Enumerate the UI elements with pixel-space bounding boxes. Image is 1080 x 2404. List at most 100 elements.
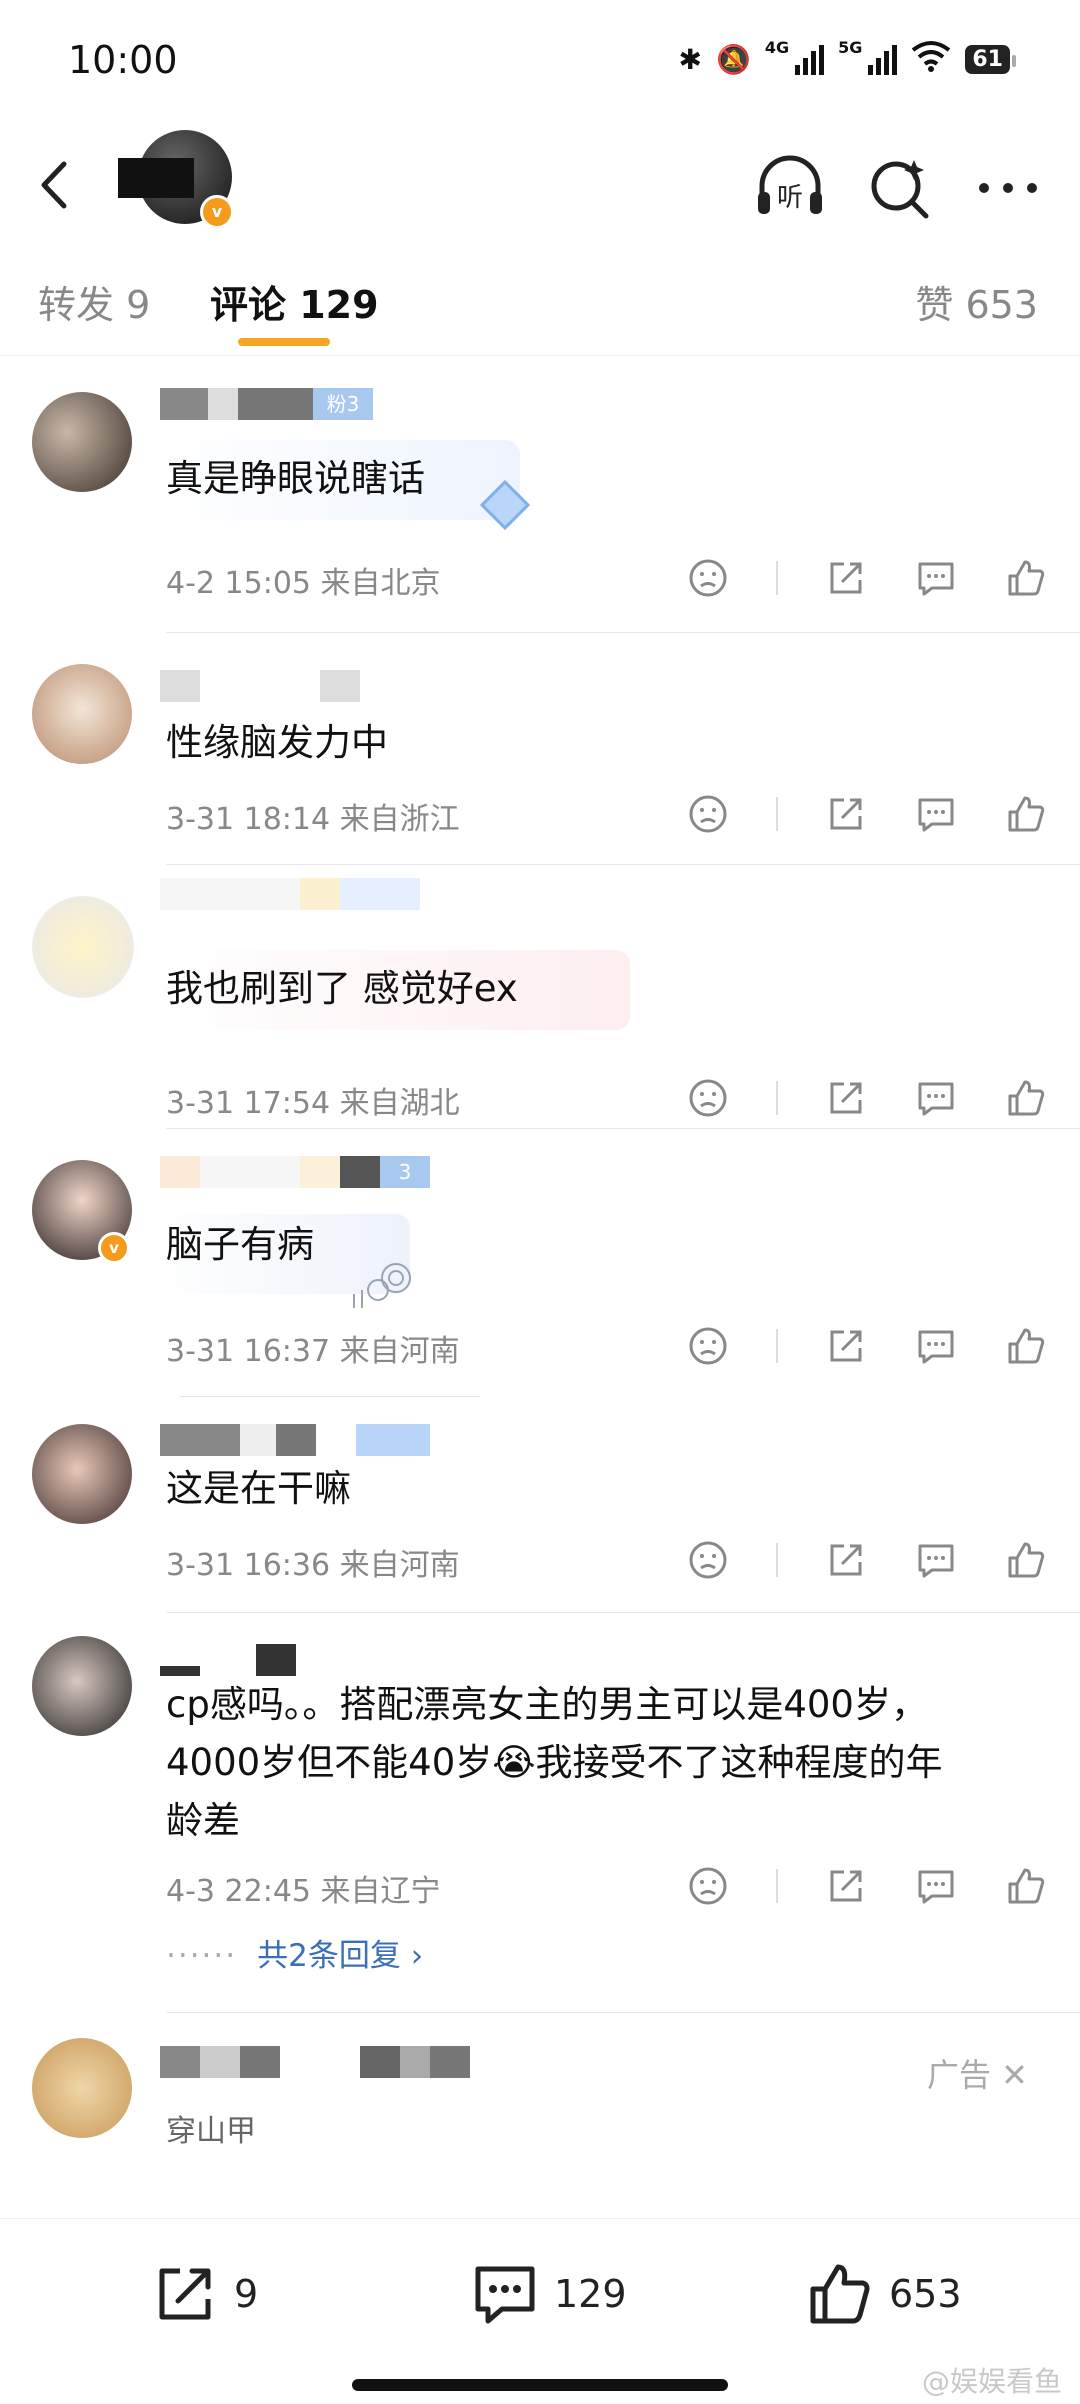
comment-meta: 4-2 15:05 来自北京	[166, 566, 441, 601]
comment-separator	[166, 1128, 1080, 1129]
like-thumb-icon[interactable]	[1004, 1324, 1048, 1368]
divider	[776, 1543, 778, 1577]
divider	[776, 797, 778, 831]
comment-meta: 3-31 16:36 来自河南	[166, 1548, 460, 1583]
comment-text: 性缘脑发力中	[166, 721, 388, 764]
verified-badge-icon: v	[200, 195, 234, 229]
listen-headphone-icon[interactable]: 听	[752, 150, 828, 226]
comment-separator	[166, 1612, 1080, 1613]
reply-bubble-icon[interactable]	[914, 1324, 958, 1368]
network-5g-label: 5G	[838, 38, 863, 57]
tab-comments[interactable]: 评论 129	[210, 274, 379, 329]
like-thumb-icon	[810, 2264, 870, 2324]
comment-actions	[640, 1324, 1048, 1368]
like-thumb-icon[interactable]	[1004, 792, 1048, 836]
comment-text: cp感吗。。搭配漂亮女主的男主可以是400岁， 4000岁但不能40岁😭我接受不…	[166, 1676, 1046, 1850]
mute-bell-icon: 🔕	[715, 43, 751, 76]
commenter-avatar[interactable]	[32, 1636, 132, 1736]
comment-icon	[475, 2266, 535, 2324]
fan-badge: 粉3	[313, 388, 373, 420]
share-icon[interactable]	[824, 1324, 868, 1368]
like-count: 653	[889, 2272, 962, 2316]
comment-text: 我也刷到了 感觉好ex	[166, 967, 518, 1010]
comment-separator	[166, 2012, 1080, 2013]
comment-button[interactable]: 129	[470, 2259, 627, 2329]
ad-close-label[interactable]: 广告 ✕	[927, 2050, 1028, 2096]
forward-count: 9	[234, 2272, 259, 2316]
more-dots-icon[interactable]	[970, 150, 1046, 226]
status-icons: ✱ 🔕 4G 5G 61	[678, 38, 1016, 79]
back-arrow-icon[interactable]	[30, 150, 80, 220]
divider	[776, 1329, 778, 1363]
redacted-username	[160, 2046, 470, 2078]
share-icon[interactable]	[824, 792, 868, 836]
flower-decoration-icon	[353, 1263, 411, 1308]
reply-bubble-icon[interactable]	[914, 1864, 958, 1908]
comment-meta: 3-31 18:14 来自浙江	[166, 802, 460, 837]
comment-actions	[640, 556, 1048, 600]
comment-text: 这是在干嘛	[166, 1467, 351, 1510]
reply-bubble-icon[interactable]	[914, 556, 958, 600]
forward-button[interactable]: 9	[150, 2259, 258, 2329]
dislike-face-icon[interactable]	[686, 1538, 730, 1582]
commenter-avatar[interactable]	[32, 664, 132, 764]
share-icon[interactable]	[824, 1076, 868, 1120]
like-thumb-icon[interactable]	[1004, 1864, 1048, 1908]
redacted-username	[160, 878, 420, 910]
view-replies-link[interactable]: ······ 共2条回复 ›	[166, 1930, 423, 1975]
bluetooth-icon: ✱	[678, 43, 702, 76]
dislike-face-icon[interactable]	[686, 1076, 730, 1120]
comment-separator	[166, 864, 1080, 865]
ad-subtext: 穿山甲	[166, 2114, 256, 2149]
commenter-avatar[interactable]	[32, 392, 132, 492]
fan-badge: 3	[380, 1156, 430, 1188]
comment-separator	[180, 1396, 480, 1397]
verified-badge-icon: v	[98, 1232, 130, 1264]
comment-actions	[640, 792, 1048, 836]
redacted-username: 3	[160, 1156, 430, 1188]
comment-actions	[640, 1076, 1048, 1120]
commenter-avatar[interactable]	[32, 1424, 132, 1524]
like-thumb-icon[interactable]	[1004, 1538, 1048, 1582]
diamond-decoration-icon	[479, 479, 531, 531]
share-icon[interactable]	[824, 556, 868, 600]
comment-text: 真是睁眼说瞎话	[166, 457, 425, 500]
dislike-face-icon[interactable]	[686, 556, 730, 600]
status-bar: 10:00 ✱ 🔕 4G 5G 61	[0, 0, 1080, 130]
top-nav-bar: v 听	[0, 130, 1080, 240]
dislike-face-icon[interactable]	[686, 792, 730, 836]
like-thumb-icon[interactable]	[1004, 556, 1048, 600]
home-indicator[interactable]	[352, 2379, 728, 2391]
tab-likes[interactable]: 赞 653	[915, 274, 1038, 329]
comment-count: 129	[554, 2272, 627, 2316]
comment-actions	[640, 1864, 1048, 1908]
comment-text-line: 4000岁但不能40岁😭我接受不了这种程度的年	[166, 1741, 943, 1784]
watermark: @娱娱看鱼	[921, 2365, 1062, 2398]
status-time: 10:00	[68, 38, 178, 82]
reply-bubble-icon[interactable]	[914, 1076, 958, 1120]
comment-text: 脑子有病	[166, 1223, 314, 1266]
redacted-username	[160, 1424, 430, 1456]
comment-separator	[166, 632, 1080, 633]
reply-bubble-icon[interactable]	[914, 792, 958, 836]
divider	[776, 1081, 778, 1115]
comment-text-line: cp感吗。。搭配漂亮女主的男主可以是400岁，	[166, 1683, 928, 1726]
search-sparkle-icon[interactable]	[862, 150, 938, 226]
dislike-face-icon[interactable]	[686, 1324, 730, 1368]
share-icon[interactable]	[824, 1864, 868, 1908]
commenter-avatar[interactable]	[32, 896, 134, 998]
ad-avatar[interactable]	[32, 2038, 132, 2138]
like-thumb-icon[interactable]	[1004, 1076, 1048, 1120]
redacted-name	[118, 158, 194, 198]
dislike-face-icon[interactable]	[686, 1864, 730, 1908]
signal-1-icon	[795, 44, 825, 75]
comment-actions	[640, 1538, 1048, 1582]
comment-meta: 3-31 16:37 来自河南	[166, 1334, 460, 1369]
like-button[interactable]: 653	[805, 2259, 962, 2329]
comment-meta: 4-3 22:45 来自辽宁	[166, 1874, 441, 1909]
tab-forward[interactable]: 转发 9	[38, 274, 150, 329]
reply-bubble-icon[interactable]	[914, 1538, 958, 1582]
share-icon[interactable]	[824, 1538, 868, 1582]
bottom-action-bar: 9 129 653	[0, 2218, 1080, 2404]
active-tab-indicator	[238, 338, 330, 346]
